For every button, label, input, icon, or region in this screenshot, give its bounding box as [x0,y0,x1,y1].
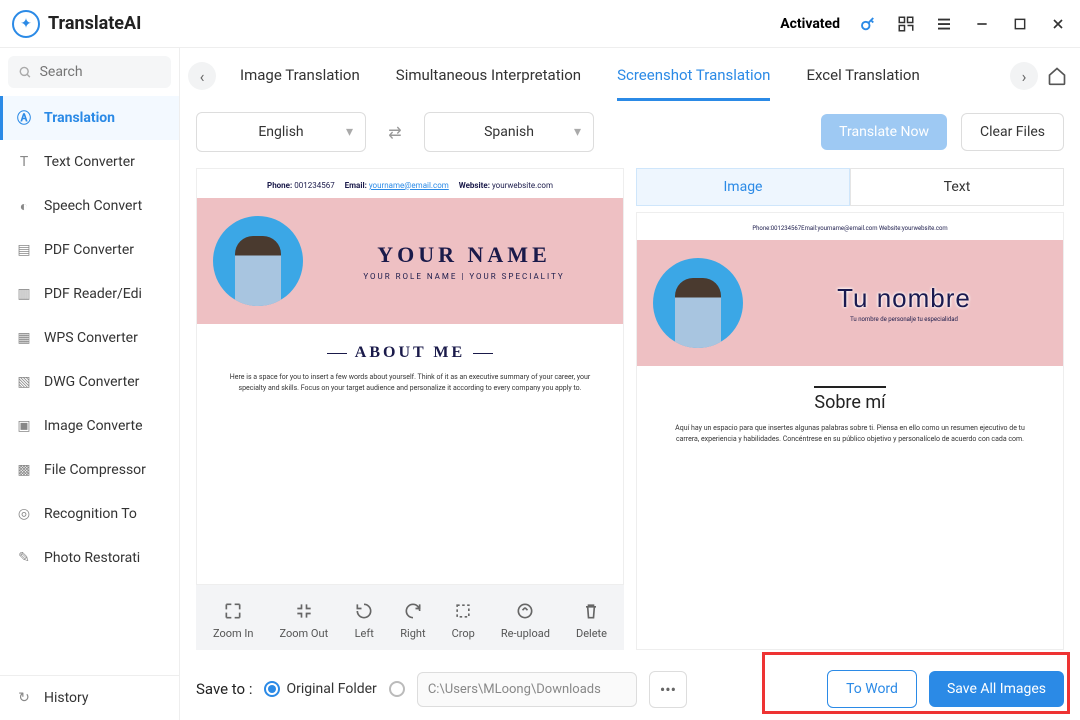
history-icon: ↻ [14,688,34,708]
sidebar-item-pdf-converter[interactable]: ▤PDF Converter [0,228,179,272]
maximize-icon[interactable] [1010,14,1030,34]
tab-image-translation[interactable]: Image Translation [240,52,360,101]
activated-label: Activated [780,16,840,32]
menu-icon[interactable] [934,14,954,34]
swap-languages-button[interactable]: ⇄ [380,123,410,142]
image-icon: ▣ [14,416,34,436]
key-icon[interactable] [858,14,878,34]
subtab-image[interactable]: Image [636,168,850,206]
doc-es-name: Tu nombre [761,283,1047,314]
restore-icon: ✎ [14,548,34,568]
minimize-icon[interactable] [972,14,992,34]
sidebar-item-dwg-converter[interactable]: ▧DWG Converter [0,360,179,404]
search-icon [18,64,32,80]
tab-excel-translation[interactable]: Excel Translation [806,52,919,101]
doc-role: YOUR ROLE NAME | YOUR SPECIALITY [321,272,607,281]
avatar-image-es [653,258,743,348]
path-input[interactable]: C:\Users\MLoong\Downloads [417,672,637,707]
doc-contact-header: Phone: 001234567 Email: yourname@email.c… [197,169,623,198]
zoom-in-button[interactable]: Zoom In [213,601,253,640]
sidebar-item-speech-convert[interactable]: ◐Speech Convert [0,184,179,228]
radio-original-folder[interactable]: Original Folder [264,681,376,697]
text-icon: T [14,152,34,172]
scan-icon: ◎ [14,504,34,524]
save-to-label: Save to : [196,680,252,698]
browse-button[interactable]: ••• [649,671,687,708]
rotate-right-button[interactable]: Right [400,601,425,640]
sidebar-item-translation[interactable]: ⒶTranslation [0,96,179,140]
speech-icon: ◐ [14,196,34,216]
zoom-out-button[interactable]: Zoom Out [280,601,329,640]
close-icon[interactable] [1048,14,1068,34]
search-box[interactable] [8,56,171,88]
radio-custom-folder[interactable] [389,681,405,697]
sidebar-item-file-compressor[interactable]: ▩File Compressor [0,448,179,492]
compress-icon: ▩ [14,460,34,480]
rotate-left-button[interactable]: Left [354,601,374,640]
sidebar-item-recognition[interactable]: ◎Recognition To [0,492,179,536]
sidebar-item-pdf-reader[interactable]: ▥PDF Reader/Edi [0,272,179,316]
sidebar-item-photo-restore[interactable]: ✎Photo Restorati [0,536,179,580]
qr-icon[interactable] [896,14,916,34]
doc-es-about-title: Sobre mí [814,386,885,413]
sidebar-item-text-converter[interactable]: TText Converter [0,140,179,184]
doc-about-text: Here is a space for you to insert a few … [225,372,595,393]
pdf-icon: ▤ [14,240,34,260]
app-logo-icon: ✦ [12,10,40,38]
doc-es-about-text: Aquí hay un espacio para que insertes al… [665,423,1035,444]
save-all-images-button[interactable]: Save All Images [929,671,1064,707]
doc-about-title: ABOUT ME [225,344,595,362]
sidebar-item-history[interactable]: ↻History [0,675,179,720]
app-name: TranslateAI [48,13,141,34]
subtab-text[interactable]: Text [850,168,1064,206]
sidebar-item-image-converter[interactable]: ▣Image Converte [0,404,179,448]
translate-now-button[interactable]: Translate Now [821,114,947,150]
search-input[interactable] [40,64,161,80]
sidebar-item-wps-converter[interactable]: ▦WPS Converter [0,316,179,360]
wps-icon: ▦ [14,328,34,348]
delete-button[interactable]: Delete [576,601,607,640]
home-icon[interactable] [1042,61,1072,91]
reader-icon: ▥ [14,284,34,304]
tab-simultaneous[interactable]: Simultaneous Interpretation [396,52,581,101]
avatar-image [213,216,303,306]
crop-button[interactable]: Crop [452,601,475,640]
doc-es-header: Phone:001234567Email:yourname@email.com … [637,213,1063,240]
tab-screenshot-translation[interactable]: Screenshot Translation [617,52,770,101]
target-language-select[interactable]: Spanish [424,112,594,152]
tabs-prev-button[interactable]: ‹ [188,62,216,90]
tabs-next-button[interactable]: › [1010,62,1038,90]
doc-es-role: Tu nombre de personalje tu especialidad [761,316,1047,323]
translated-preview: Phone:001234567Email:yourname@email.com … [636,212,1064,650]
reupload-button[interactable]: Re-upload [501,601,550,640]
dwg-icon: ▧ [14,372,34,392]
source-preview: Phone: 001234567 Email: yourname@email.c… [196,168,624,585]
doc-name: YOUR NAME [321,242,607,268]
source-language-select[interactable]: English [196,112,366,152]
clear-files-button[interactable]: Clear Files [961,113,1064,151]
to-word-button[interactable]: To Word [827,670,917,708]
translation-icon: Ⓐ [14,108,34,128]
